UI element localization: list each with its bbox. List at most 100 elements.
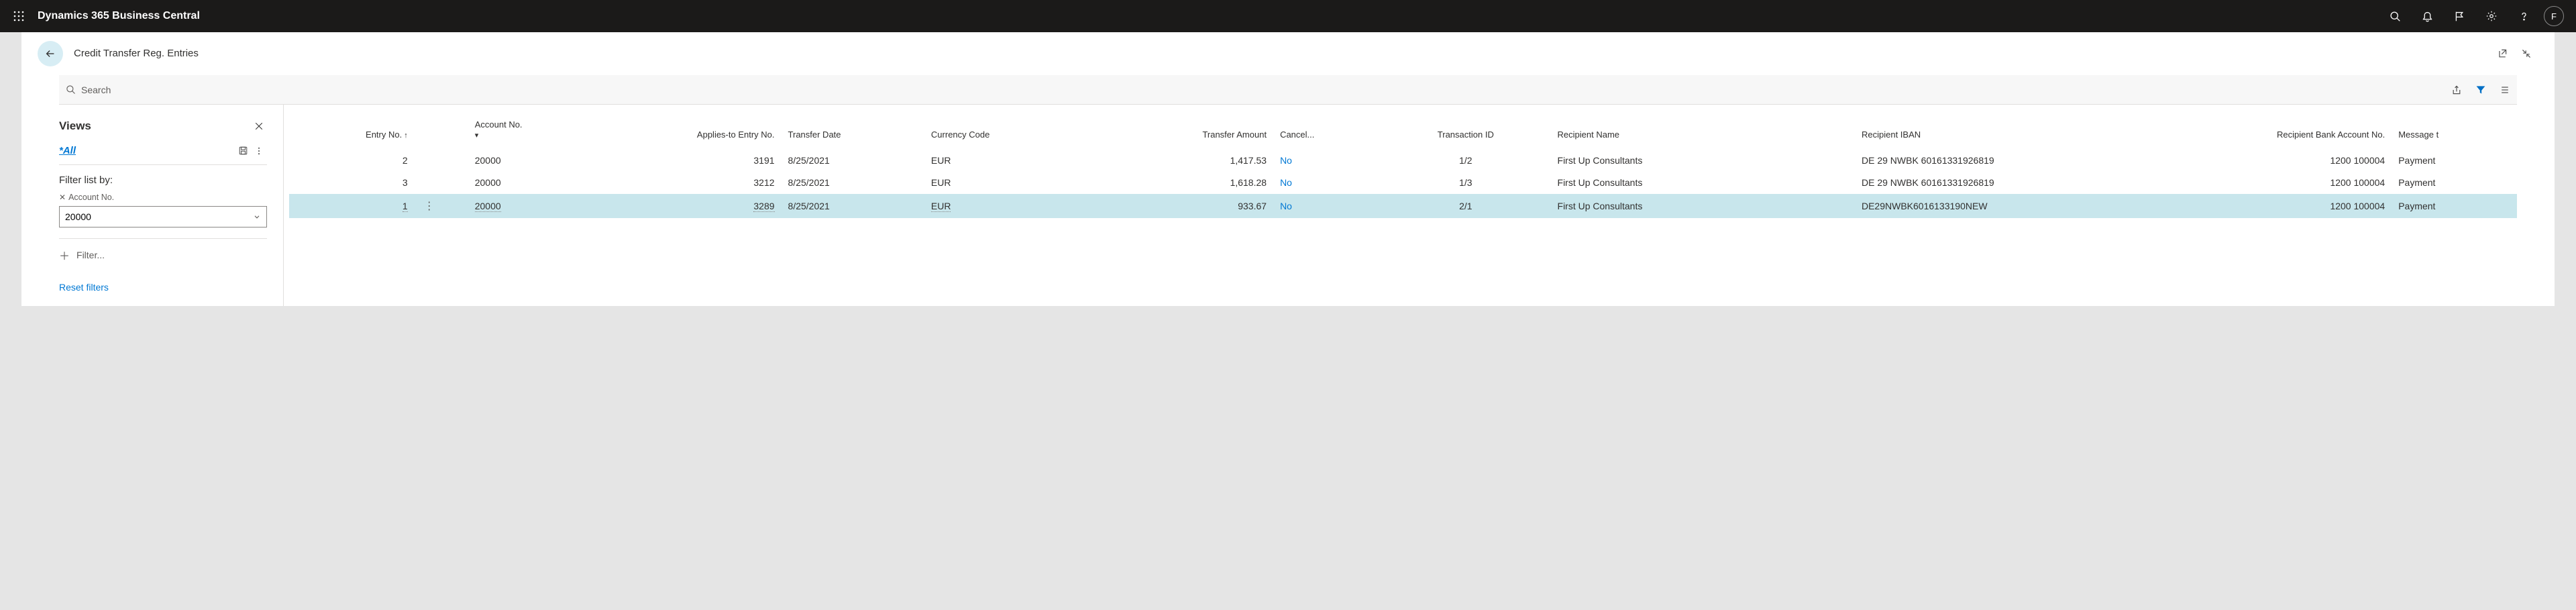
table-row[interactable]: 3 2000032128/25/2021EUR1,618.28No1/3First… [289,172,2517,194]
avatar-initial: F [2551,11,2557,21]
table-header-row: Entry No.↑ Account No.▾ Applies-to Entry… [289,117,2517,150]
search-button[interactable]: Search [59,85,111,95]
col-cancel[interactable]: Cancel... [1273,117,1381,150]
remove-filter-icon[interactable]: ✕ [59,193,66,202]
collapse-icon[interactable] [2514,42,2538,66]
cell-message: Payment [2392,194,2517,219]
toolbar: Search [59,75,2517,105]
table-wrap: Entry No.↑ Account No.▾ Applies-to Entry… [284,105,2517,306]
cell-transaction-id: 1/2 [1381,150,1550,172]
cell-row-menu [415,172,468,194]
filter-value-input[interactable] [60,211,248,222]
column-filter-icon[interactable]: ▾ [475,131,649,140]
col-recipient-name[interactable]: Recipient Name [1551,117,1855,150]
cell-recipient-name: First Up Consultants [1551,172,1855,194]
reset-filters-link[interactable]: Reset filters [59,282,267,293]
cell-transfer-amount: 933.67 [1104,194,1273,219]
cell-recipient-name: First Up Consultants [1551,194,1855,219]
filter-chip-account-no[interactable]: ✕ Account No. [59,193,267,202]
col-transfer-date[interactable]: Transfer Date [782,117,924,150]
cell-recipient-bank-acc: 1200 100004 [2212,172,2392,194]
col-recipient-bank-acc[interactable]: Recipient Bank Account No. [2212,117,2392,150]
sort-asc-icon: ↑ [404,132,408,140]
add-filter-label: Filter... [76,250,105,260]
cell-account-no: 20000 [468,172,656,194]
back-button[interactable] [38,41,63,66]
cell-account-no: 20000 [468,194,656,219]
filter-chip-label: Account No. [68,193,114,202]
cell-applies-to: 3289 [656,194,782,219]
list-options-icon[interactable] [2493,78,2517,102]
cell-transfer-date: 8/25/2021 [782,150,924,172]
cell-recipient-name: First Up Consultants [1551,150,1855,172]
content-area: Views *All Filter list by: ✕ Account No. [59,105,2517,306]
share-icon[interactable] [2445,78,2469,102]
cell-entry-no: 3 [289,172,415,194]
cell-transfer-amount: 1,618.28 [1104,172,1273,194]
cell-row-menu[interactable]: ⋮ [415,194,468,219]
settings-icon[interactable] [2475,0,2508,32]
cell-cancel: No [1273,150,1381,172]
page-shell: Credit Transfer Reg. Entries Search View… [21,32,2555,306]
search-icon[interactable] [2379,0,2411,32]
popout-icon[interactable] [2490,42,2514,66]
cell-cancel: No [1273,172,1381,194]
views-close-icon[interactable] [251,118,267,134]
cell-applies-to: 3191 [656,150,782,172]
col-message[interactable]: Message t [2392,117,2517,150]
cell-entry-no: 2 [289,150,415,172]
col-applies-to[interactable]: Applies-to Entry No. [656,117,782,150]
cell-message: Payment [2392,150,2517,172]
cell-row-menu [415,150,468,172]
cell-applies-to: 3212 [656,172,782,194]
cell-currency: EUR [924,194,1104,219]
top-bar: Dynamics 365 Business Central F [0,0,2576,32]
views-panel: Views *All Filter list by: ✕ Account No. [59,105,284,306]
cell-transfer-date: 8/25/2021 [782,194,924,219]
cell-transaction-id: 1/3 [1381,172,1550,194]
cell-account-no: 20000 [468,150,656,172]
cell-transaction-id: 2/1 [1381,194,1550,219]
notifications-icon[interactable] [2411,0,2443,32]
col-transaction-id[interactable]: Transaction ID [1381,117,1550,150]
cell-currency: EUR [924,150,1104,172]
cell-message: Payment [2392,172,2517,194]
views-all-link[interactable]: *All [59,145,235,156]
col-account-no[interactable]: Account No.▾ [468,117,656,150]
table-row[interactable]: 1 ⋮ 2000032898/25/2021EUR933.67No2/1First … [289,194,2517,219]
filter-icon[interactable] [2469,78,2493,102]
help-icon[interactable] [2508,0,2540,32]
cell-recipient-iban: DE 29 NWBK 60161331926819 [1855,150,2212,172]
col-recipient-iban[interactable]: Recipient IBAN [1855,117,2212,150]
user-avatar[interactable]: F [2544,6,2564,26]
search-label: Search [81,85,111,95]
views-more-icon[interactable] [251,146,267,156]
cell-recipient-bank-acc: 1200 100004 [2212,150,2392,172]
plus-icon: ＋ [59,247,70,263]
col-currency[interactable]: Currency Code [924,117,1104,150]
cell-transfer-amount: 1,417.53 [1104,150,1273,172]
flag-icon[interactable] [2443,0,2475,32]
filter-dropdown-icon[interactable] [248,213,266,221]
filter-by-label: Filter list by: [59,174,267,186]
col-entry-no[interactable]: Entry No.↑ [289,117,415,150]
cell-transfer-date: 8/25/2021 [782,172,924,194]
add-filter-button[interactable]: ＋ Filter... [59,238,267,263]
product-title: Dynamics 365 Business Central [38,10,200,22]
row-more-icon[interactable]: ⋮ [421,201,437,212]
page-title: Credit Transfer Reg. Entries [74,48,199,59]
page-header: Credit Transfer Reg. Entries [21,32,2555,75]
views-title: Views [59,119,251,133]
filter-value-field[interactable] [59,206,267,227]
col-transfer-amount[interactable]: Transfer Amount [1104,117,1273,150]
table-row[interactable]: 2 2000031918/25/2021EUR1,417.53No1/2First… [289,150,2517,172]
save-view-icon[interactable] [235,146,251,156]
cell-recipient-iban: DE 29 NWBK 60161331926819 [1855,172,2212,194]
cell-currency: EUR [924,172,1104,194]
cell-recipient-bank-acc: 1200 100004 [2212,194,2392,219]
cell-entry-no: 1 [289,194,415,219]
entries-table: Entry No.↑ Account No.▾ Applies-to Entry… [289,117,2517,218]
cell-cancel: No [1273,194,1381,219]
app-launcher-icon[interactable] [8,5,30,27]
cell-recipient-iban: DE29NWBK6016133190NEW [1855,194,2212,219]
